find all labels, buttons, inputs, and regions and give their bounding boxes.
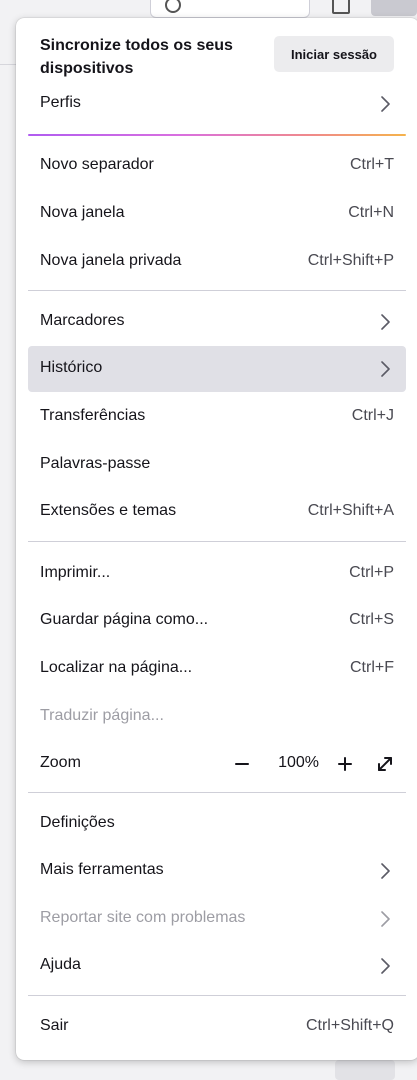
chevron-right-icon xyxy=(381,863,390,879)
menu-item-find[interactable]: Localizar na página... Ctrl+F xyxy=(28,646,406,692)
menu-item-label: Marcadores xyxy=(40,312,125,329)
menu-separator xyxy=(28,792,406,793)
menu-item-profiles[interactable]: Perfis xyxy=(28,81,406,127)
menu-item-zoom: Zoom 100% xyxy=(28,741,406,787)
chevron-right-icon xyxy=(381,314,390,330)
toolbar-divider xyxy=(0,64,16,65)
shortcut-text: Ctrl+T xyxy=(350,156,394,173)
accent-separator xyxy=(28,134,406,136)
zoom-out-icon[interactable] xyxy=(231,754,253,774)
menu-item-label: Histórico xyxy=(40,359,103,376)
menu-item-label: Definições xyxy=(40,814,115,831)
menu-item-label: Reportar site com problemas xyxy=(40,909,246,926)
shortcut-text: Ctrl+F xyxy=(350,659,394,676)
menu-item-report-site: Reportar site com problemas xyxy=(28,896,406,942)
menu-item-label: Localizar na página... xyxy=(40,659,193,676)
menu-item-save-page[interactable]: Guardar página como... Ctrl+S xyxy=(28,598,406,644)
zoom-label: Zoom xyxy=(40,754,81,771)
site-info-icon[interactable] xyxy=(165,0,181,13)
menu-separator xyxy=(28,995,406,996)
menu-item-addons[interactable]: Extensões e temas Ctrl+Shift+A xyxy=(28,489,406,535)
menu-item-history[interactable]: Histórico xyxy=(28,346,406,392)
menu-item-more-tools[interactable]: Mais ferramentas xyxy=(28,848,406,894)
menu-item-label: Guardar página como... xyxy=(40,611,209,628)
menu-item-exit[interactable]: Sair Ctrl+Shift+Q xyxy=(28,1004,406,1050)
menu-item-bookmarks[interactable]: Marcadores xyxy=(28,299,406,345)
menu-item-passwords[interactable]: Palavras-passe xyxy=(28,442,406,488)
zoom-value[interactable]: 100% xyxy=(278,754,319,772)
menu-item-print[interactable]: Imprimir... Ctrl+P xyxy=(28,551,406,597)
shortcut-text: Ctrl+Shift+Q xyxy=(305,1017,394,1034)
toolbar-button-icon[interactable] xyxy=(332,0,350,14)
shortcut-text: Ctrl+J xyxy=(351,407,394,424)
sign-in-button[interactable]: Iniciar sessão xyxy=(274,36,394,72)
menu-item-label: Extensões e temas xyxy=(40,502,177,519)
menu-item-label: Mais ferramentas xyxy=(40,861,164,878)
menu-item-label: Palavras-passe xyxy=(40,455,151,472)
chevron-right-icon xyxy=(381,361,390,377)
menu-item-new-tab[interactable]: Novo separador Ctrl+T xyxy=(28,143,406,189)
menu-item-help[interactable]: Ajuda xyxy=(28,943,406,989)
shortcut-text: Ctrl+N xyxy=(348,204,394,221)
chevron-right-icon xyxy=(381,911,390,927)
menu-item-downloads[interactable]: Transferências Ctrl+J xyxy=(28,394,406,440)
zoom-in-icon[interactable] xyxy=(334,754,356,774)
fullscreen-expand-icon[interactable] xyxy=(374,753,396,775)
menu-item-label: Sair xyxy=(40,1017,69,1034)
menu-item-label: Novo separador xyxy=(40,156,154,173)
url-bar[interactable] xyxy=(150,0,310,18)
chevron-right-icon xyxy=(381,96,390,112)
menu-item-label: Perfis xyxy=(40,94,81,111)
app-menu-panel: Sincronize todos os seus dispositivos In… xyxy=(16,18,417,1060)
shortcut-text: Ctrl+Shift+P xyxy=(307,252,394,269)
background-element xyxy=(335,1060,395,1080)
menu-separator xyxy=(28,541,406,542)
menu-item-label: Nova janela privada xyxy=(40,252,182,269)
menu-item-new-window[interactable]: Nova janela Ctrl+N xyxy=(28,191,406,237)
menu-item-new-private-window[interactable]: Nova janela privada Ctrl+Shift+P xyxy=(28,239,406,285)
shortcut-text: Ctrl+Shift+A xyxy=(307,502,394,519)
menu-item-label: Nova janela xyxy=(40,204,125,221)
menu-item-label: Imprimir... xyxy=(40,564,111,581)
menu-separator xyxy=(28,290,406,291)
menu-item-label: Ajuda xyxy=(40,956,81,973)
chevron-right-icon xyxy=(381,958,390,974)
sync-heading: Sincronize todos os seus dispositivos xyxy=(40,37,233,77)
shortcut-text: Ctrl+S xyxy=(349,611,394,628)
menu-item-translate: Traduzir página... xyxy=(28,694,406,740)
app-menu-button[interactable] xyxy=(371,0,417,16)
menu-item-label: Transferências xyxy=(40,407,146,424)
menu-item-label: Traduzir página... xyxy=(40,707,164,724)
shortcut-text: Ctrl+P xyxy=(349,564,394,581)
menu-item-settings[interactable]: Definições xyxy=(28,801,406,847)
